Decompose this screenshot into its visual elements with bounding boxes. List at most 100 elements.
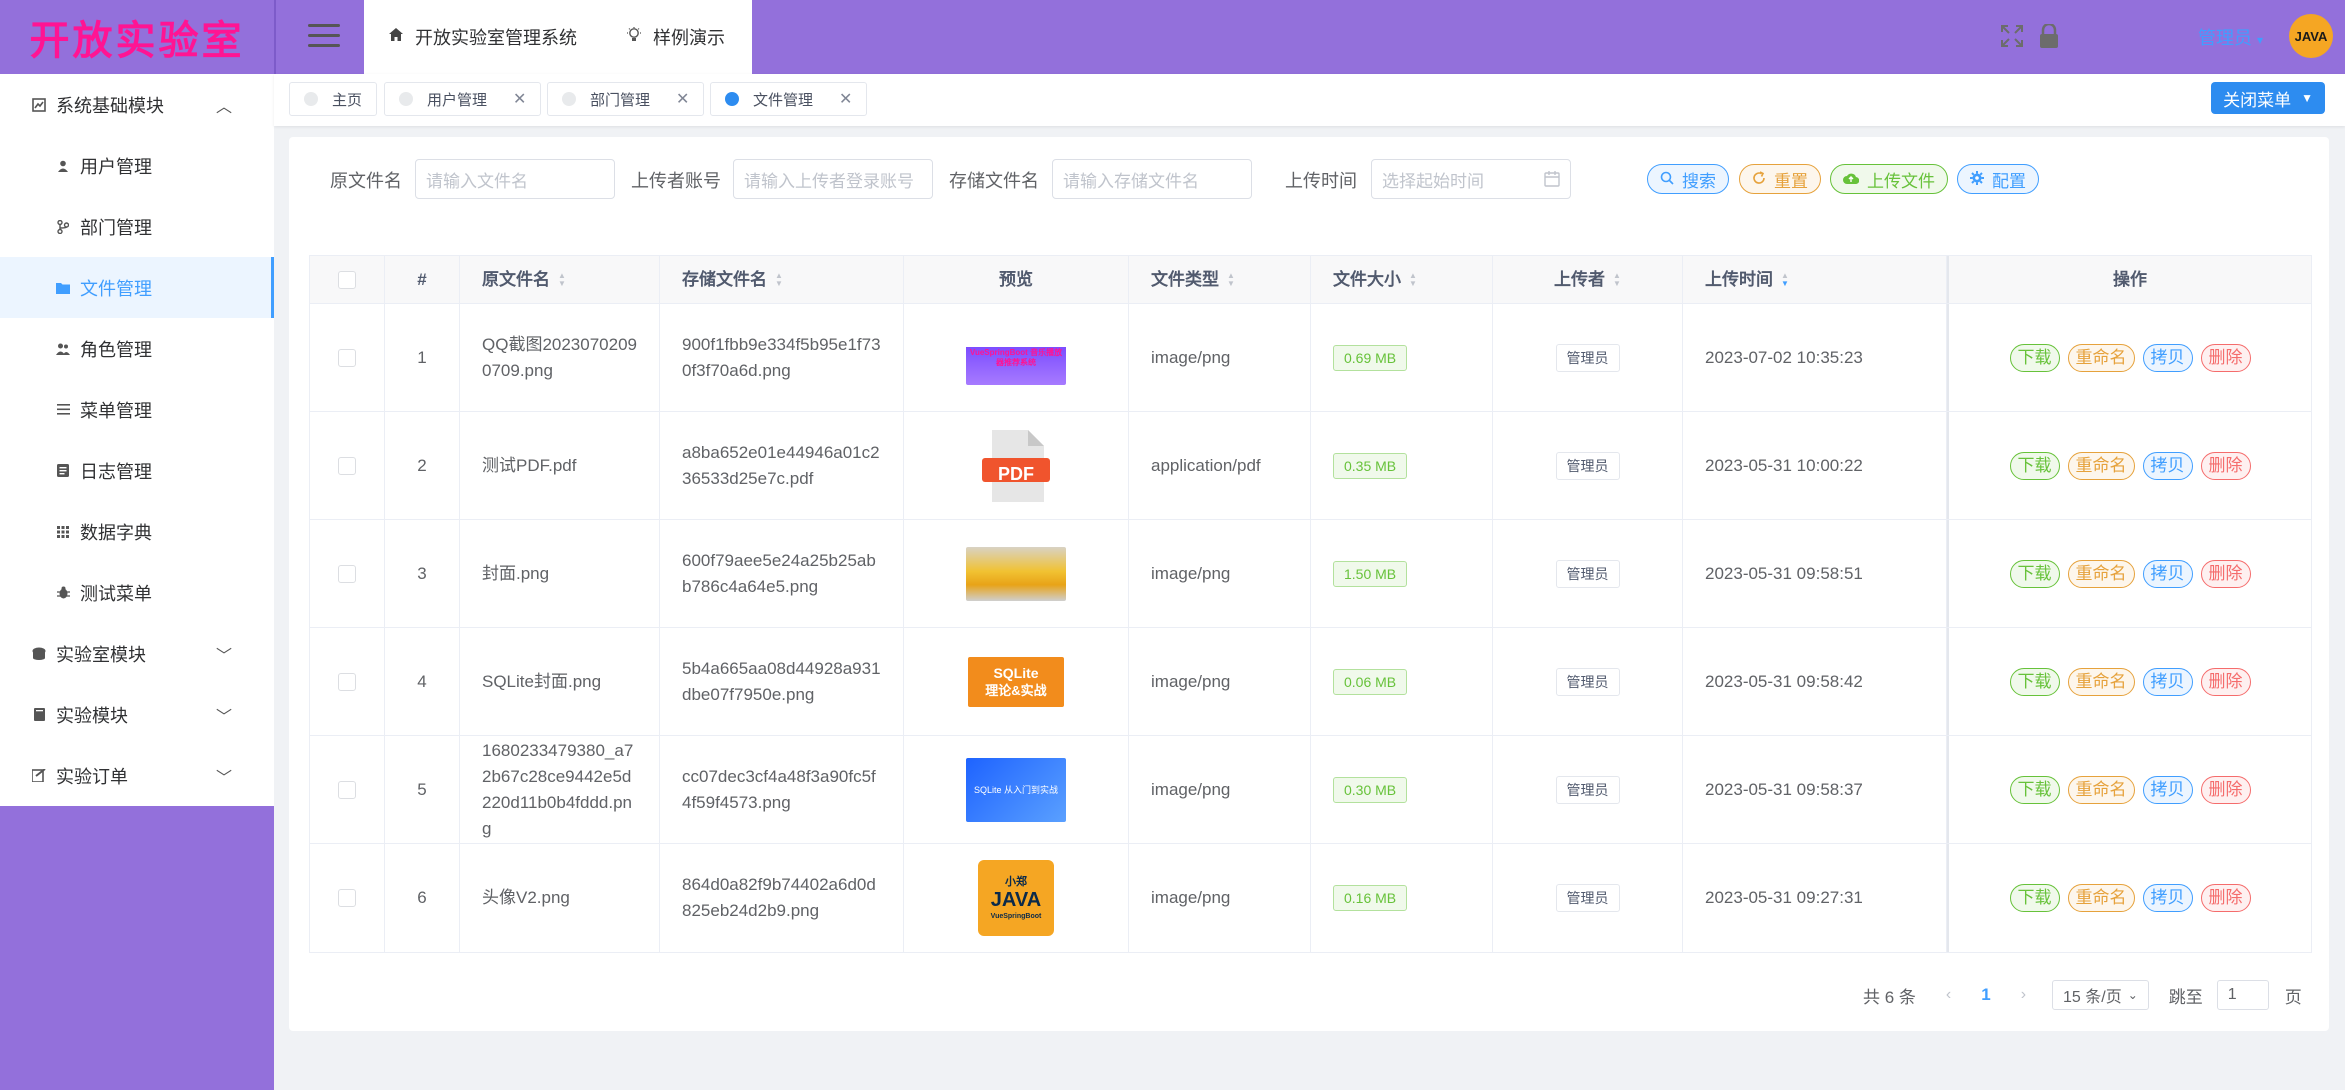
sidebar-item-logs[interactable]: 日志管理 (0, 440, 274, 501)
preview-image[interactable]: SQLite 从入门到实战 (966, 757, 1066, 822)
tag-departments[interactable]: 部门管理 ✕ (547, 82, 705, 116)
order-icon (30, 769, 48, 782)
download-button[interactable]: 下载 (2009, 559, 2060, 588)
rename-button[interactable]: 重命名 (2067, 343, 2135, 372)
jump-input[interactable]: 1 (2216, 980, 2269, 1010)
header-tab-system[interactable]: 开放实验室管理系统 (364, 0, 602, 74)
delete-button[interactable]: 删除 (2200, 559, 2251, 588)
row-preview[interactable]: VueSpringBoot 音乐播放器推荐系统 (904, 304, 1129, 411)
delete-button[interactable]: 删除 (2200, 451, 2251, 480)
row-preview[interactable]: 小郑 JAVA VueSpringBoot (904, 844, 1129, 952)
copy-button[interactable]: 拷贝 (2142, 667, 2193, 696)
download-button[interactable]: 下载 (2009, 343, 2060, 372)
tag-files[interactable]: 文件管理 ✕ (710, 82, 868, 116)
delete-button[interactable]: 删除 (2200, 884, 2251, 912)
download-button[interactable]: 下载 (2009, 667, 2060, 696)
checkbox[interactable] (338, 889, 356, 907)
sidebar-item-lab[interactable]: 实验室模块 ﹀ (0, 623, 274, 684)
main-content: 原文件名 请输入文件名 上传者账号 请输入上传者登录账号 存储文件名 请输入存储… (289, 137, 2329, 1031)
download-button[interactable]: 下载 (2009, 775, 2060, 804)
config-button[interactable]: 配置 (1957, 164, 2039, 194)
row-preview[interactable]: SQLite 理论&实战 (904, 628, 1129, 735)
row-preview[interactable]: PDF (904, 412, 1129, 519)
user-dropdown[interactable]: 管理员 ▾ (2198, 24, 2263, 50)
avatar[interactable]: JAVA (2289, 14, 2333, 58)
fullscreen-icon[interactable] (2001, 25, 2023, 47)
sidebar-item-departments[interactable]: 部门管理 (0, 196, 274, 257)
copy-button[interactable]: 拷贝 (2142, 343, 2193, 372)
sidebar-item-experiment[interactable]: 实验模块 ﹀ (0, 684, 274, 745)
close-icon[interactable]: ✕ (676, 89, 689, 109)
user-icon (54, 160, 72, 172)
checkbox[interactable] (338, 348, 356, 367)
sort-icon[interactable]: ▲ ▼ (1227, 271, 1235, 288)
preview-image[interactable]: 小郑 JAVA VueSpringBoot (978, 860, 1054, 936)
delete-button[interactable]: 删除 (2200, 343, 2251, 372)
reset-button[interactable]: 重置 (1739, 164, 1821, 194)
pdf-icon[interactable]: PDF (978, 428, 1054, 504)
sort-icon[interactable]: ▲ ▼ (775, 271, 783, 288)
preview-image[interactable]: SQLite 理论&实战 (968, 656, 1064, 707)
close-menu-button[interactable]: 关闭菜单 ▼ (2211, 82, 2325, 114)
header-upload-time[interactable]: 上传时间 ▲ ▼ (1683, 256, 1947, 303)
delete-button[interactable]: 删除 (2200, 667, 2251, 696)
tag-home[interactable]: 主页 (289, 82, 378, 116)
page-number[interactable]: 1 (1981, 985, 1990, 1005)
header-orig-name[interactable]: 原文件名 ▲ ▼ (460, 256, 660, 303)
checkbox[interactable] (338, 780, 356, 799)
sidebar-item-orders[interactable]: 实验订单 ﹀ (0, 745, 274, 806)
copy-button[interactable]: 拷贝 (2142, 775, 2193, 804)
rename-button[interactable]: 重命名 (2067, 559, 2135, 588)
sidebar-item-users[interactable]: 用户管理 (0, 135, 274, 196)
preview-image[interactable]: VueSpringBoot 音乐播放器推荐系统 (966, 330, 1066, 385)
sidebar-item-files[interactable]: 文件管理 (0, 257, 274, 318)
header-type[interactable]: 文件类型 ▲ ▼ (1129, 256, 1311, 303)
log-icon (54, 464, 72, 477)
prev-page-icon[interactable]: ‹ (1946, 986, 1951, 1004)
header-uploader[interactable]: 上传者 ▲ ▼ (1493, 256, 1683, 303)
tag-users[interactable]: 用户管理 ✕ (384, 82, 542, 116)
rename-button[interactable]: 重命名 (2067, 775, 2135, 804)
close-icon[interactable]: ✕ (513, 89, 526, 109)
checkbox[interactable] (338, 270, 356, 289)
checkbox[interactable] (338, 672, 356, 691)
rename-button[interactable]: 重命名 (2067, 667, 2135, 696)
rename-button[interactable]: 重命名 (2067, 884, 2135, 912)
search-button[interactable]: 搜索 (1647, 164, 1729, 194)
copy-button[interactable]: 拷贝 (2142, 451, 2193, 480)
rename-button[interactable]: 重命名 (2067, 451, 2135, 480)
close-icon[interactable]: ✕ (839, 89, 852, 109)
sidebar-item-system[interactable]: 系统基础模块 ︿ (0, 74, 274, 135)
download-button[interactable]: 下载 (2009, 884, 2060, 912)
sort-icon[interactable]: ▲ ▼ (558, 271, 566, 288)
hamburger-icon[interactable] (308, 24, 340, 50)
upload-time-picker[interactable]: 选择起始时间 (1371, 159, 1571, 199)
sidebar-item-roles[interactable]: 角色管理 (0, 318, 274, 379)
header-tab-demo[interactable]: 样例演示 (602, 0, 750, 74)
sort-icon[interactable]: ▲ ▼ (1781, 271, 1789, 288)
copy-button[interactable]: 拷贝 (2142, 884, 2193, 912)
sort-icon[interactable]: ▲ ▼ (1613, 271, 1621, 288)
sort-icon[interactable]: ▲ ▼ (1409, 271, 1417, 288)
header-size[interactable]: 文件大小 ▲ ▼ (1311, 256, 1493, 303)
preview-image[interactable] (966, 546, 1066, 601)
next-page-icon[interactable]: › (2021, 986, 2026, 1004)
download-button[interactable]: 下载 (2009, 451, 2060, 480)
lock-icon[interactable] (2039, 22, 2059, 48)
sidebar-item-menus[interactable]: 菜单管理 (0, 379, 274, 440)
stored-name-input[interactable]: 请输入存储文件名 (1052, 159, 1252, 199)
page-size-select[interactable]: 15 条/页 ⌄ (2052, 980, 2149, 1010)
checkbox[interactable] (338, 564, 356, 583)
checkbox[interactable] (338, 456, 356, 475)
sidebar-item-test-menu[interactable]: 测试菜单 (0, 562, 274, 623)
delete-button[interactable]: 删除 (2200, 775, 2251, 804)
copy-button[interactable]: 拷贝 (2142, 559, 2193, 588)
row-preview[interactable] (904, 520, 1129, 627)
sidebar-item-dictionary[interactable]: 数据字典 (0, 501, 274, 562)
header-select-all[interactable] (310, 256, 385, 303)
header-stored-name[interactable]: 存储文件名 ▲ ▼ (660, 256, 904, 303)
row-preview[interactable]: SQLite 从入门到实战 (904, 736, 1129, 843)
orig-name-input[interactable]: 请输入文件名 (415, 159, 615, 199)
upload-button[interactable]: 上传文件 (1830, 164, 1948, 194)
uploader-input[interactable]: 请输入上传者登录账号 (733, 159, 933, 199)
